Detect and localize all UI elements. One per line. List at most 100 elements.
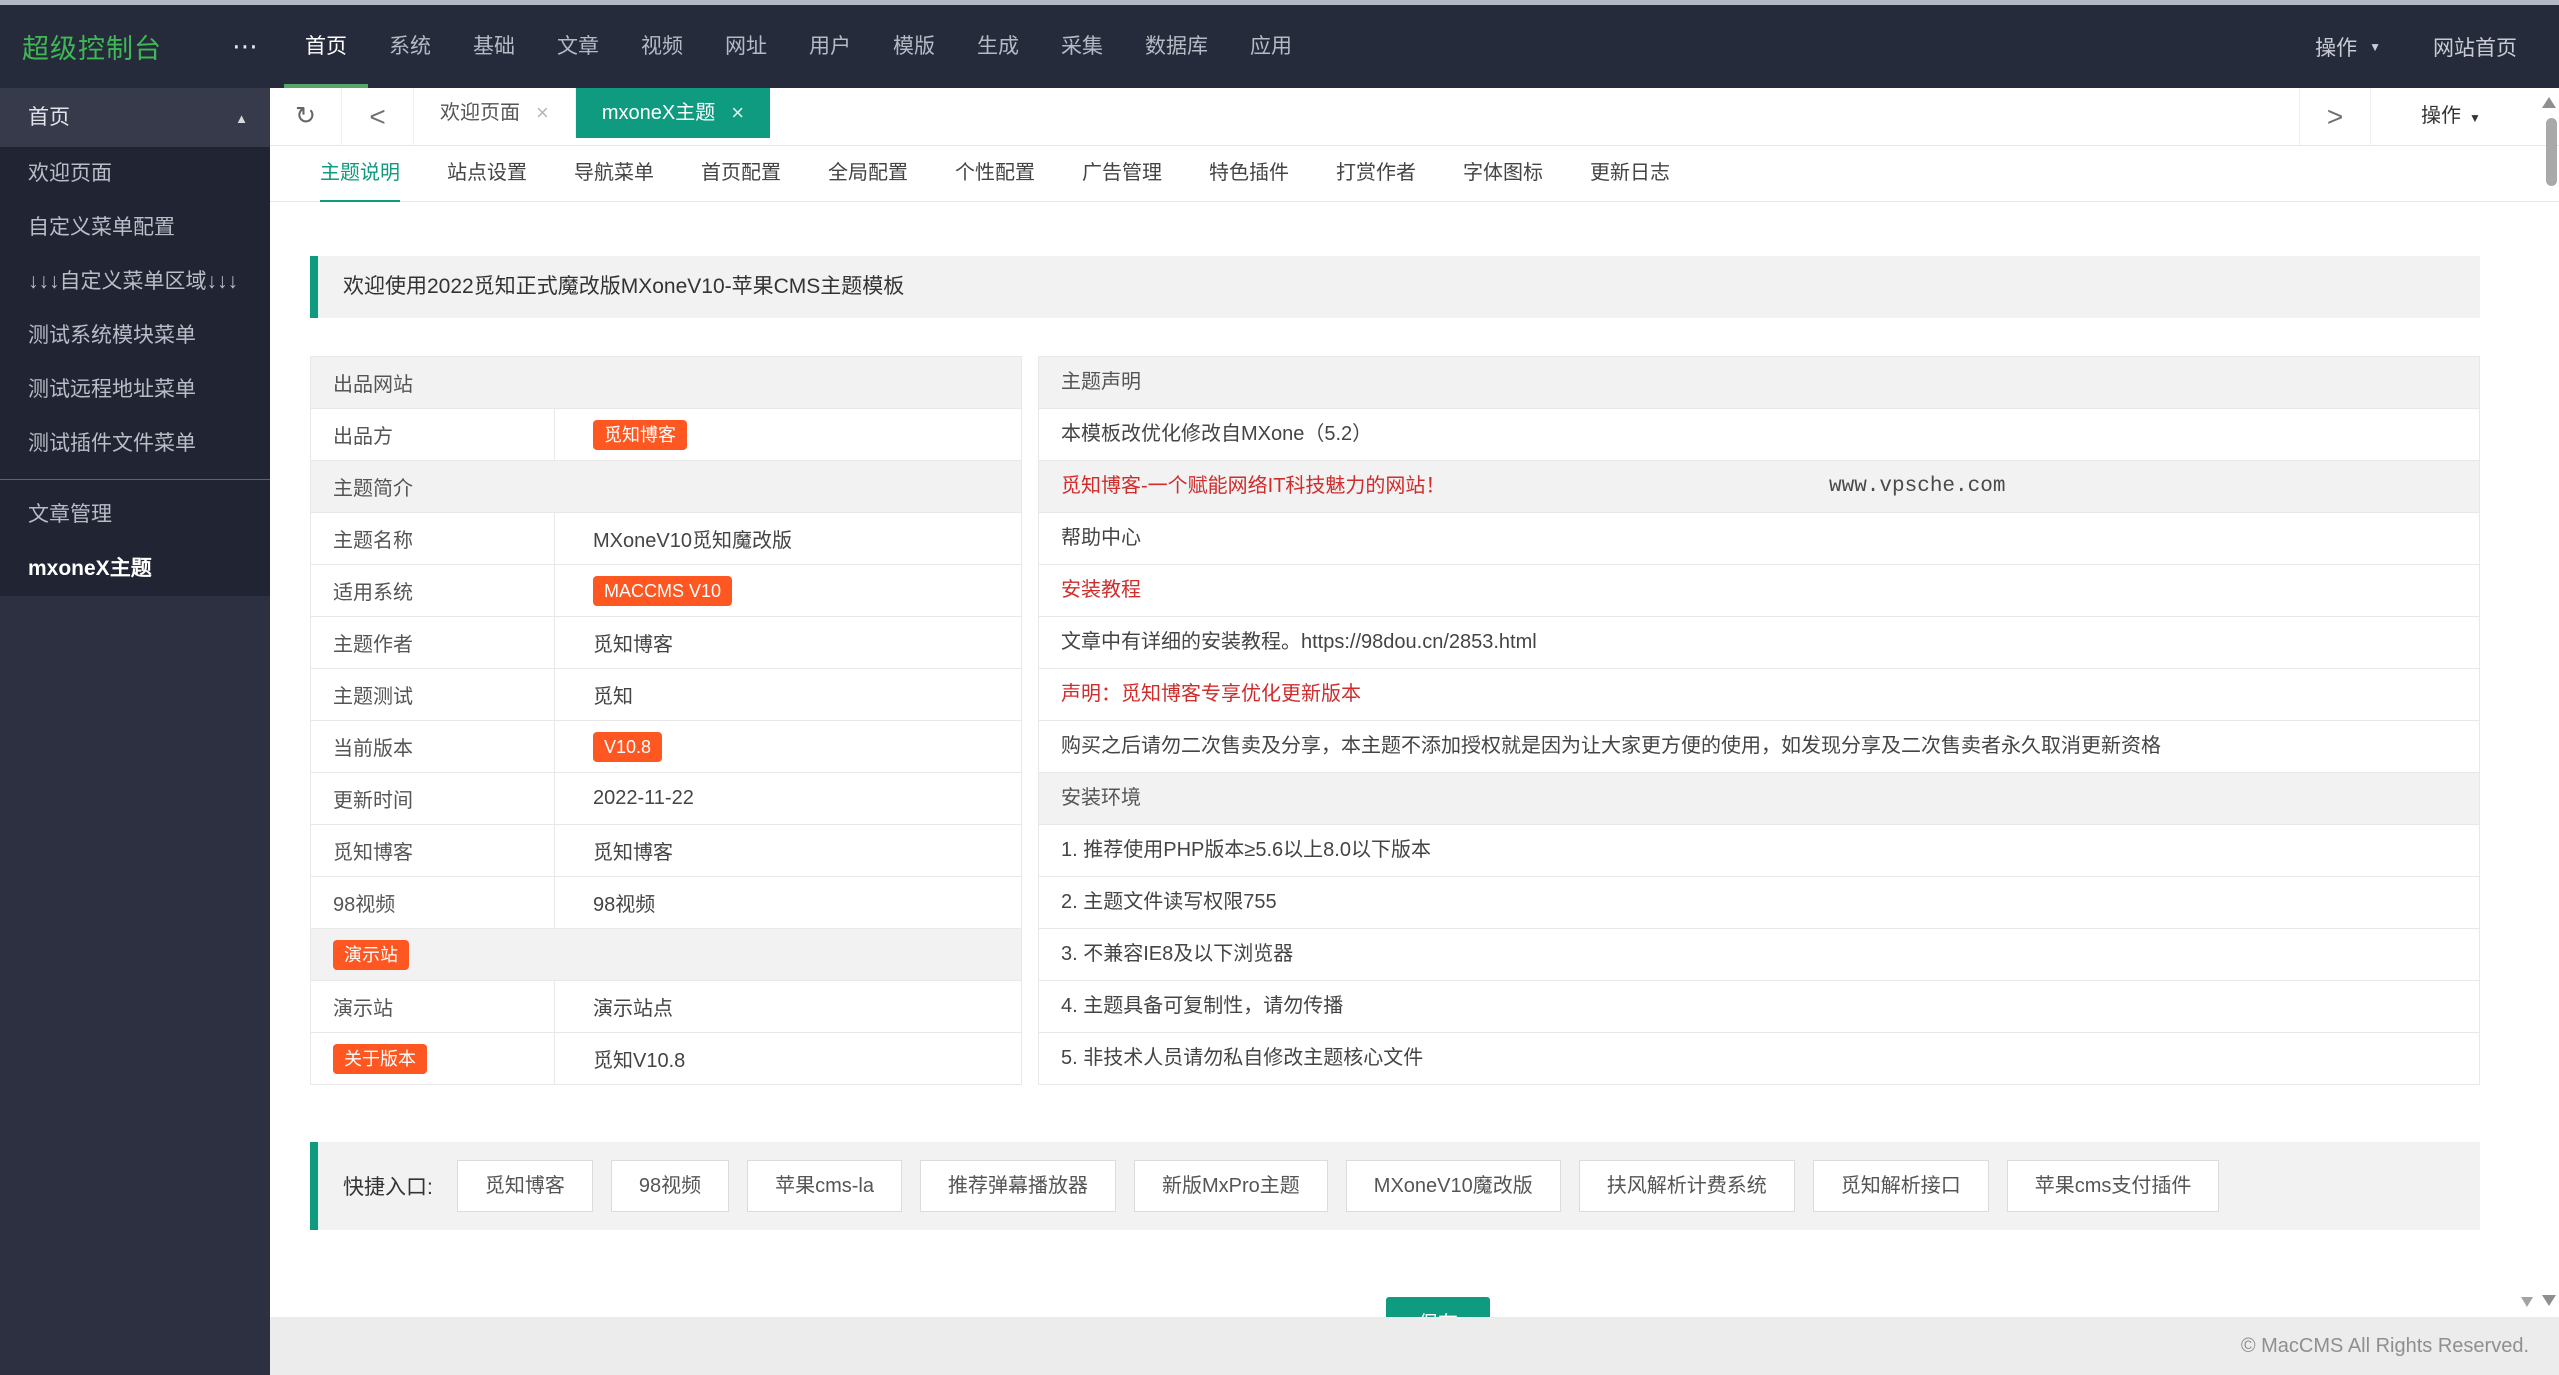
topbar-menu-item[interactable]: 首页 [284, 5, 368, 88]
table-label-cell: 觅知博客 [311, 825, 555, 876]
scrollbar-thumb[interactable] [2546, 118, 2557, 186]
quicklink-button[interactable]: 推荐弹幕播放器 [919, 1160, 1116, 1212]
theme-subtab[interactable]: 特色插件 [1209, 147, 1289, 202]
page-tab-label: mxoneX主题 [601, 102, 716, 124]
table-value-cell: 98视频 [593, 894, 656, 916]
table-label-cell: 演示站 [311, 981, 555, 1032]
theme-subtab[interactable]: 个性配置 [955, 147, 1035, 202]
quicklink-button[interactable]: MXoneV10魔改版 [1345, 1160, 1561, 1212]
sidebar-item[interactable]: 测试远程地址菜单 [0, 363, 270, 417]
topbar-menu-item[interactable]: 数据库 [1124, 5, 1229, 88]
scroll-down-icon[interactable] [2542, 1295, 2556, 1306]
topbar-menu-item[interactable]: 采集 [1040, 5, 1124, 88]
quicklink-button[interactable]: 苹果cms支付插件 [2006, 1160, 2220, 1212]
table-row: 适用系统 MACCMS V10 [311, 565, 1021, 617]
tab-operate-label: 操作 [2421, 105, 2462, 127]
table-label-cell: 主题作者 [311, 617, 555, 668]
sidebar-item[interactable]: 自定义菜单配置 [0, 201, 270, 255]
table-label-cell: 主题名称 [311, 513, 555, 564]
theme-subtab[interactable]: 首页配置 [701, 147, 781, 202]
table-row: 安装教程 [1039, 565, 2479, 617]
welcome-banner: 欢迎使用2022觅知正式魔改版MXoneV10-苹果CMS主题模板 [310, 256, 2480, 318]
sidebar-item[interactable]: mxoneX主题 [0, 542, 270, 596]
table-header-cell: 演示站 [311, 939, 1021, 970]
topbar-menu-item[interactable]: 基础 [452, 5, 536, 88]
table-row: 4. 主题具备可复制性，请勿传播 [1039, 981, 2479, 1033]
orange-badge: 演示站 [333, 939, 409, 970]
quicklink-button[interactable]: 苹果cms-la [747, 1160, 902, 1212]
save-button[interactable]: 保存 [1386, 1297, 1490, 1317]
table-header-cell: 出品网站 [333, 374, 413, 396]
table-row: 2. 主题文件读写权限755 [1039, 877, 2479, 929]
topbar-menu-item[interactable]: 网址 [704, 5, 788, 88]
sidebar-item[interactable]: ↓↓↓自定义菜单区域↓↓↓ [0, 255, 270, 309]
table-row: 98视频 98视频 [311, 877, 1021, 929]
close-icon[interactable]: × [731, 88, 744, 138]
theme-subtab[interactable]: 字体图标 [1463, 147, 1543, 202]
theme-subtab[interactable]: 打赏作者 [1336, 147, 1416, 202]
site-home-link[interactable]: 网站首页 [2433, 32, 2517, 62]
theme-subtab[interactable]: 主题说明 [320, 147, 400, 202]
right-table: 主题声明 本模板改优化修改自MXone（5.2） 觅知博客-一个赋能网络IT科技魅力… [1038, 356, 2480, 1085]
table-row: 关于版本 觅知V10.8 [311, 1033, 1021, 1085]
sidebar-item[interactable]: 测试插件文件菜单 [0, 417, 270, 471]
topbar-menu-item[interactable]: 模版 [872, 5, 956, 88]
topbar-operate-button[interactable]: 操作 ▼ [2315, 32, 2381, 62]
table-row: 安装环境 [1039, 773, 2479, 825]
topbar-menu-item[interactable]: 视频 [620, 5, 704, 88]
caret-up-icon: ▲ [235, 111, 248, 126]
content-scroll-down-icon[interactable] [2521, 1297, 2533, 1307]
scroll-up-icon[interactable] [2542, 97, 2556, 108]
table-label-cell: 主题测试 [311, 669, 555, 720]
tab-scroll-left-icon[interactable]: < [342, 88, 414, 145]
quicklinks-buttons: 觅知博客 98视频 苹果cms-la 推荐弹幕播放器 新版MxPro主题 MXoneV10… [456, 1160, 2220, 1212]
close-icon[interactable]: × [536, 88, 549, 138]
theme-subtab[interactable]: 站点设置 [447, 147, 527, 202]
table-row: 3. 不兼容IE8及以下浏览器 [1039, 929, 2479, 981]
quicklink-button[interactable]: 98视频 [610, 1160, 730, 1212]
left-table: 出品网站出品方 觅知博客 主题简介 主题名称 MXoneV10觅知魔改版适用系统 MACC… [310, 356, 1022, 1085]
sidebar-item[interactable]: 测试系统模块菜单 [0, 309, 270, 363]
topbar-right: 操作 ▼ 网站首页 [2315, 32, 2517, 62]
topbar-menu-item[interactable]: 用户 [788, 5, 872, 88]
quicklink-button[interactable]: 觅知博客 [456, 1160, 593, 1212]
table-row: 主题测试 觅知 [311, 669, 1021, 721]
table-value-cell: MXoneV10觅知魔改版 [593, 530, 792, 552]
table-row: 本模板改优化修改自MXone（5.2） [1039, 409, 2479, 461]
table-value-cell: V10.8 [555, 731, 1021, 762]
topbar-menu-item[interactable]: 文章 [536, 5, 620, 88]
table-row: 购买之后请勿二次售卖及分享，本主题不添加授权就是因为让大家更方便的使用，如发现分… [1039, 721, 2479, 773]
sidebar-item[interactable]: 文章管理 [0, 488, 270, 542]
sidebar-group-header[interactable]: 首页 ▲ [0, 88, 270, 147]
tabbar: ↻ < 欢迎页面 × mxoneX主题 × > 操作 ▼ [270, 88, 2559, 146]
table-row: 演示站 演示站点 [311, 981, 1021, 1033]
table-value-cell: 觅知博客 [593, 842, 673, 864]
theme-subtab[interactable]: 导航菜单 [574, 147, 654, 202]
topbar: 超级控制台 ⋯ 首页 系统 基础 文章 视频 网址 用户 模版 生成 采集 数据库 应用 操作 ▼ 网… [0, 5, 2559, 88]
quicklink-button[interactable]: 觅知解析接口 [1812, 1160, 1989, 1212]
topbar-menu-item[interactable]: 生成 [956, 5, 1040, 88]
theme-subtab[interactable]: 全局配置 [828, 147, 908, 202]
more-icon[interactable]: ⋯ [232, 31, 260, 62]
theme-subtab[interactable]: 广告管理 [1082, 147, 1162, 202]
table-row: 演示站 [311, 929, 1021, 981]
table-label-cell: 当前版本 [311, 721, 555, 772]
orange-badge: V10.8 [593, 731, 663, 762]
table-row: 更新时间 2022-11-22 [311, 773, 1021, 825]
theme-subtab[interactable]: 更新日志 [1590, 147, 1670, 202]
quicklink-button[interactable]: 新版MxPro主题 [1133, 1160, 1328, 1212]
sidebar-menu: 首页 ▲ 欢迎页面 自定义菜单配置 ↓↓↓自定义菜单区域↓↓↓ 测试系统模块菜单 测试远程地… [0, 88, 270, 596]
tab-operate-button[interactable]: 操作 ▼ [2371, 88, 2531, 145]
sidebar-item[interactable]: 欢迎页面 [0, 147, 270, 201]
quicklink-button[interactable]: 扶风解析计费系统 [1578, 1160, 1795, 1212]
tab-scroll-right-icon[interactable]: > [2299, 88, 2371, 145]
page-tab[interactable]: 欢迎页面 × [414, 88, 576, 138]
topbar-menu-item[interactable]: 应用 [1229, 5, 1313, 88]
table-value-cell: 觅知博客 [555, 419, 1021, 450]
page-tab[interactable]: mxoneX主题 × [575, 88, 771, 138]
refresh-icon[interactable]: ↻ [270, 88, 342, 145]
table-row: 主题简介 [311, 461, 1021, 513]
topbar-menu-item[interactable]: 系统 [368, 5, 452, 88]
orange-badge: MACCMS V10 [593, 575, 733, 606]
table-row: 出品方 觅知博客 [311, 409, 1021, 461]
